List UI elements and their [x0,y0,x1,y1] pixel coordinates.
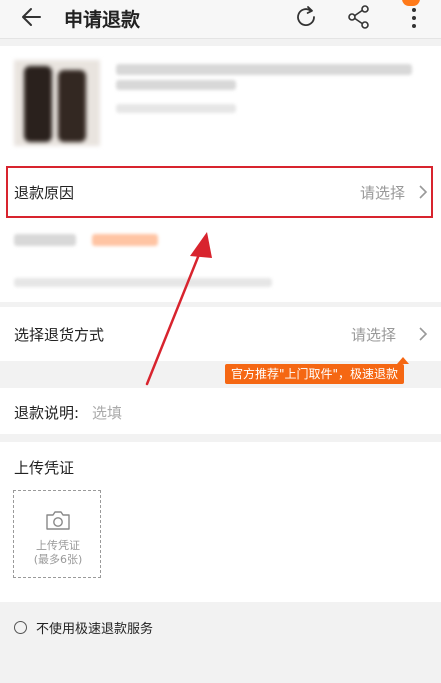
refund-note-input[interactable]: 选填 [92,402,122,423]
blurred-product-title [116,64,412,75]
return-method-row[interactable]: 选择退货方式 请选择 [0,307,441,361]
product-thumbnail [14,60,100,146]
blurred-refund-note [14,278,272,287]
fast-refund-radio[interactable] [14,621,27,634]
chevron-right-icon [419,327,428,341]
return-method-hint: 请选择 [351,326,397,344]
share-icon[interactable] [345,3,373,31]
camera-icon [46,511,70,530]
refund-note-label: 退款说明: [14,404,80,422]
blurred-product-title-line2 [116,80,236,90]
top-bar: 申请退款 [0,0,441,39]
page-title: 申请退款 [64,9,141,31]
tooltip-pointer [397,357,409,364]
upload-photo-button[interactable]: 上传凭证 (最多6张) [13,490,101,578]
refresh-icon[interactable] [292,3,320,31]
blurred-refund-amount-label [14,234,76,246]
more-menu-icon[interactable] [400,0,428,36]
upload-title: 上传凭证 [14,459,75,477]
blurred-product-spec [116,104,236,113]
pickup-promo-tooltip[interactable]: 官方推荐"上门取件"，极速退款 [225,364,405,384]
fast-refund-option-label[interactable]: 不使用极速退款服务 [36,618,153,637]
upload-box-limit: (最多6张) [33,553,83,566]
refund-note-row[interactable]: 退款说明: 选填 [0,388,441,434]
upload-section: 上传凭证 上传凭证 (最多6张) [0,442,441,602]
return-method-label: 选择退货方式 [14,326,105,344]
blurred-refund-amount [92,234,158,246]
highlight-box [6,166,433,218]
back-arrow-icon[interactable] [18,3,46,31]
